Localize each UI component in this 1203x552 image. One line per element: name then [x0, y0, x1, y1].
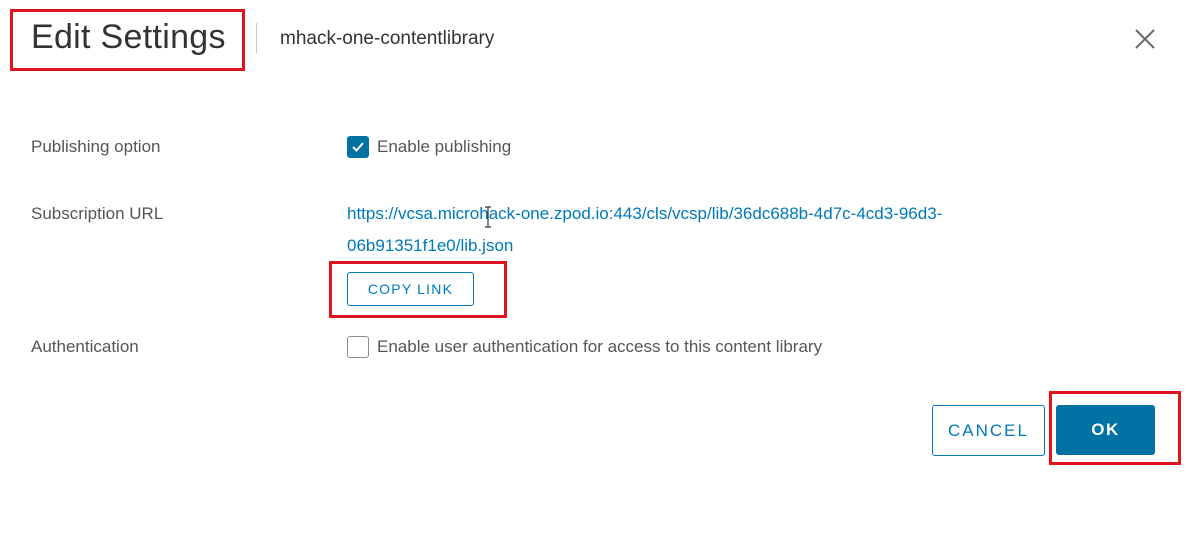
subscription-url-line2: 06b91351f1e0/lib.json [347, 236, 514, 255]
text-cursor-icon [485, 206, 491, 228]
dialog-header: Edit Settings mhack-one-contentlibrary [0, 0, 1203, 80]
dialog-title: Edit Settings [31, 18, 226, 56]
subscription-url-label: Subscription URL [31, 204, 164, 223]
copy-link-button[interactable]: COPY LINK [347, 272, 474, 306]
dialog-subtitle: mhack-one-contentlibrary [280, 28, 495, 49]
publishing-option-label: Publishing option [31, 137, 161, 156]
enable-authentication-row: Enable user authentication for access to… [347, 336, 822, 358]
enable-authentication-checkbox[interactable] [347, 336, 369, 358]
close-icon [1135, 29, 1155, 49]
edit-settings-dialog: Edit Settings mhack-one-contentlibrary P… [0, 0, 1203, 552]
subscription-url-line1: https://vcsa.microhack-one.zpod.io:443/c… [347, 204, 943, 223]
header-divider [256, 23, 257, 53]
close-button[interactable] [1130, 24, 1160, 54]
cancel-button[interactable]: CANCEL [932, 405, 1045, 456]
enable-authentication-label[interactable]: Enable user authentication for access to… [377, 337, 822, 357]
enable-publishing-label[interactable]: Enable publishing [377, 137, 511, 157]
enable-publishing-row: Enable publishing [347, 136, 511, 158]
checkmark-icon [352, 142, 364, 152]
enable-publishing-checkbox[interactable] [347, 136, 369, 158]
authentication-label: Authentication [31, 337, 139, 356]
ok-button[interactable]: OK [1056, 405, 1155, 455]
